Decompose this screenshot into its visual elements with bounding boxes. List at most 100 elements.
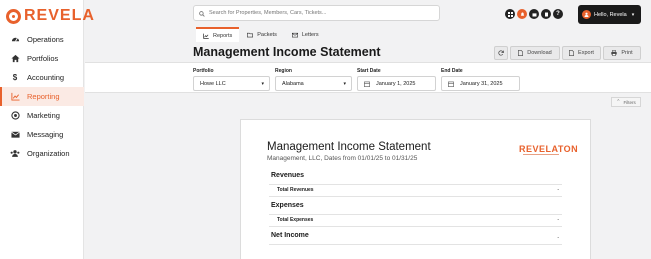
user-greeting: Hello, Revela <box>594 11 627 18</box>
divider <box>269 196 562 197</box>
sidebar-item-accounting[interactable]: $ Accounting <box>0 68 84 87</box>
sidebar-item-reporting[interactable]: Reporting <box>0 87 84 106</box>
portfolio-value: Howe LLC <box>200 80 226 87</box>
print-button[interactable]: Print <box>603 46 641 60</box>
global-search[interactable] <box>193 5 440 21</box>
sidebar-item-marketing[interactable]: Marketing <box>0 106 84 125</box>
total-expenses-value: - <box>557 217 559 223</box>
calendar-icon[interactable] <box>529 9 539 19</box>
caret-down-icon: ▾ <box>343 80 346 87</box>
total-revenues-value: - <box>557 187 559 193</box>
sidebar-item-operations[interactable]: Operations <box>0 30 84 49</box>
total-revenues-row: Total Revenues - <box>269 184 562 195</box>
report-tabs: Reports Packets Letters <box>196 27 326 42</box>
download-label: Download <box>527 50 552 56</box>
portfolio-select[interactable]: Howe LLC ▾ <box>193 76 270 91</box>
envelope-icon <box>10 130 20 140</box>
region-label: Region <box>275 68 292 74</box>
tab-label: Reports <box>213 32 233 39</box>
search-icon <box>199 4 205 22</box>
divider <box>269 244 562 245</box>
region-select[interactable]: Alabama ▾ <box>275 76 352 91</box>
filter-bar: Portfolio Howe LLC ▾ Region Alabama ▾ St… <box>85 62 651 93</box>
report-title: Management Income Statement <box>267 141 431 153</box>
sidebar-item-label: Portfolios <box>27 54 59 63</box>
file-icon <box>569 50 574 56</box>
region-value: Alabama <box>282 80 304 87</box>
target-icon <box>10 111 20 121</box>
sidebar-item-label: Operations <box>27 35 64 44</box>
sidebar-item-organization[interactable]: Organization <box>0 144 84 163</box>
users-icon <box>10 149 20 159</box>
expenses-heading: Expenses <box>271 202 304 209</box>
sidebar-item-label: Messaging <box>27 130 64 139</box>
download-button[interactable]: Download <box>510 46 560 60</box>
title-bar: Management Income Statement Download Exp… <box>85 42 651 62</box>
total-expenses-label: Total Expenses <box>277 217 314 223</box>
sidebar: REVELA Operations Portfolios $ Accountin… <box>0 0 94 259</box>
report-logo: REVELATON <box>519 144 579 154</box>
report-document: Management Income Statement Management, … <box>240 119 591 259</box>
chart-line-icon <box>10 92 20 102</box>
portfolio-label: Portfolio <box>193 68 214 74</box>
print-icon <box>611 50 618 56</box>
tab-label: Letters <box>301 31 319 38</box>
notification-icon[interactable] <box>517 9 527 19</box>
grid-icon[interactable] <box>505 9 515 19</box>
net-income-value: - <box>557 234 559 241</box>
home-icon <box>10 54 20 64</box>
calendar-icon <box>364 81 370 87</box>
topbar: ? Hello, Revela ▾ <box>85 0 651 27</box>
sidebar-item-label: Organization <box>27 149 70 158</box>
sidebar-item-portfolios[interactable]: Portfolios <box>0 49 84 68</box>
sidebar-nav: Operations Portfolios $ Accounting Repor… <box>0 30 84 163</box>
help-icon[interactable]: ? <box>553 9 563 19</box>
chevron-up-icon: ⌃ <box>616 99 621 105</box>
print-label: Print <box>621 50 633 56</box>
revenues-heading: Revenues <box>271 172 305 179</box>
divider <box>269 226 562 227</box>
report-logo-underline <box>523 154 559 155</box>
end-date-label: End Date <box>441 68 463 74</box>
total-revenues-label: Total Revenues <box>277 187 314 193</box>
file-icon <box>518 50 524 56</box>
tab-letters[interactable]: Letters <box>285 27 326 42</box>
sidebar-item-label: Accounting <box>27 73 65 82</box>
report-subtitle: Management, LLC, Dates from 01/01/25 to … <box>267 155 418 162</box>
brand-logo-icon <box>6 8 21 24</box>
refresh-icon <box>498 50 504 56</box>
tab-packets[interactable]: Packets <box>240 27 284 42</box>
dashboard-gauge-icon <box>10 35 20 45</box>
avatar <box>582 10 591 19</box>
dollar-icon: $ <box>12 73 18 82</box>
export-button[interactable]: Export <box>562 46 601 60</box>
net-income-row: - <box>269 232 562 243</box>
brand-logo[interactable]: REVELA <box>6 8 95 24</box>
chart-line-icon <box>203 33 209 39</box>
top-icon-group: ? <box>505 9 563 19</box>
filters-toggle-label: Filters <box>623 99 636 105</box>
folder-icon <box>247 32 254 37</box>
start-date-input[interactable]: January 1, 2025 <box>357 76 436 91</box>
sidebar-item-label: Reporting <box>27 92 60 101</box>
end-date-value: January 31, 2025 <box>460 80 503 87</box>
caret-down-icon: ▾ <box>631 11 635 18</box>
sidebar-item-label: Marketing <box>27 111 60 120</box>
start-date-value: January 1, 2025 <box>376 80 416 87</box>
search-input[interactable] <box>209 10 439 16</box>
start-date-label: Start Date <box>357 68 381 74</box>
total-expenses-row: Total Expenses - <box>269 214 562 225</box>
document-icon[interactable] <box>541 9 551 19</box>
tab-reports[interactable]: Reports <box>196 27 240 42</box>
tab-label: Packets <box>257 31 277 38</box>
end-date-input[interactable]: January 31, 2025 <box>441 76 520 91</box>
envelope-icon <box>291 32 298 37</box>
calendar-icon <box>448 81 454 87</box>
page-title: Management Income Statement <box>193 45 381 59</box>
caret-down-icon: ▾ <box>261 80 264 87</box>
user-menu-button[interactable]: Hello, Revela ▾ <box>578 5 641 24</box>
refresh-button[interactable] <box>494 46 508 60</box>
export-label: Export <box>578 50 594 56</box>
filters-toggle-button[interactable]: ⌃ Filters <box>611 97 641 107</box>
sidebar-item-messaging[interactable]: Messaging <box>0 125 84 144</box>
